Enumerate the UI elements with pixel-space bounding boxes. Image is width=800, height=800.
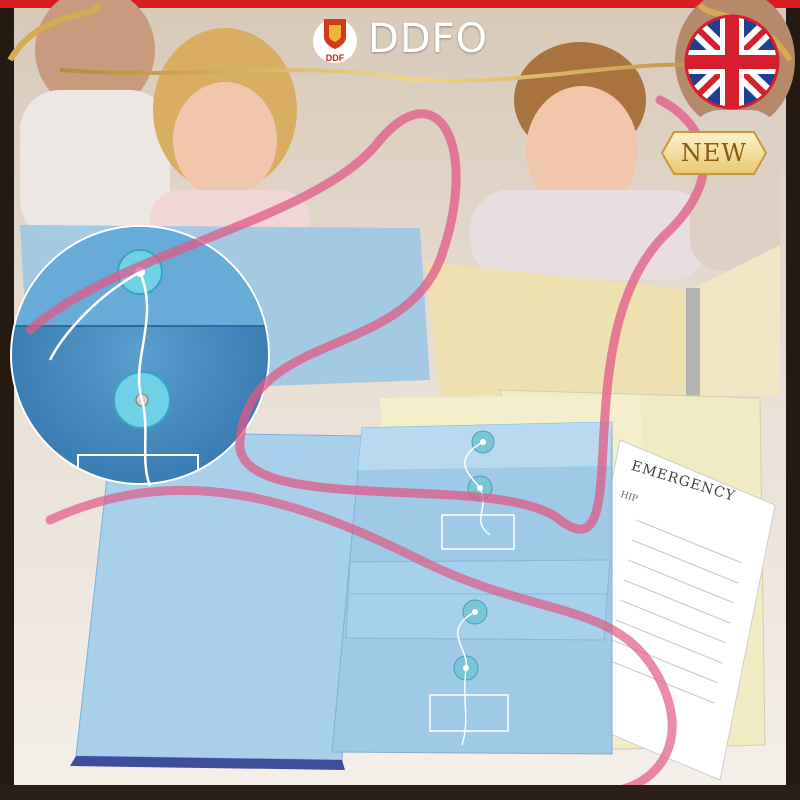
product-image: DDF DDFO NEW EMERGENCY HIP — [0, 0, 800, 800]
new-badge-label: NEW — [680, 139, 748, 167]
new-badge: NEW — [660, 128, 768, 178]
logo-caption: DDF — [326, 53, 345, 63]
scene-illustration — [0, 0, 800, 800]
brand-logo-group: DDF DDFO — [312, 11, 488, 67]
brand-name: DDFO — [367, 16, 489, 62]
uk-flag-icon — [684, 14, 780, 110]
brand-shield-icon: DDF — [312, 19, 357, 63]
